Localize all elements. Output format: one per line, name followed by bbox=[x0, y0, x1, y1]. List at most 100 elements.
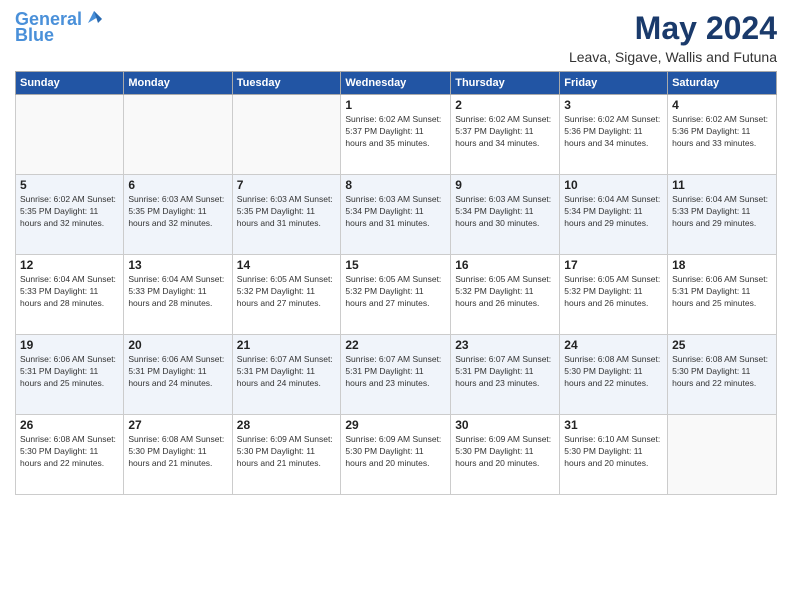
title-area: May 2024 Leava, Sigave, Wallis and Futun… bbox=[569, 10, 777, 65]
day-info: Sunrise: 6:04 AM Sunset: 5:33 PM Dayligh… bbox=[128, 274, 227, 310]
table-row bbox=[232, 95, 341, 175]
calendar: Sunday Monday Tuesday Wednesday Thursday… bbox=[15, 71, 777, 495]
table-row: 24 Sunrise: 6:08 AM Sunset: 5:30 PM Dayli… bbox=[560, 335, 668, 415]
day-info: Sunrise: 6:02 AM Sunset: 5:36 PM Dayligh… bbox=[672, 114, 772, 150]
day-info: Sunrise: 6:03 AM Sunset: 5:34 PM Dayligh… bbox=[345, 194, 446, 230]
day-number: 2 bbox=[455, 98, 555, 112]
day-number: 21 bbox=[237, 338, 337, 352]
table-row: 20 Sunrise: 6:06 AM Sunset: 5:31 PM Dayli… bbox=[124, 335, 232, 415]
table-row: 27 Sunrise: 6:08 AM Sunset: 5:30 PM Dayli… bbox=[124, 415, 232, 495]
table-row: 23 Sunrise: 6:07 AM Sunset: 5:31 PM Dayli… bbox=[451, 335, 560, 415]
table-row: 28Sunrise: 6:09 AM Sunset: 5:30 PM Dayli… bbox=[232, 415, 341, 495]
table-row bbox=[16, 95, 124, 175]
table-row: 5 Sunrise: 6:02 AM Sunset: 5:35 PM Daylig… bbox=[16, 175, 124, 255]
table-row: 21 Sunrise: 6:07 AM Sunset: 5:31 PM Dayli… bbox=[232, 335, 341, 415]
logo: General Blue bbox=[15, 10, 102, 46]
table-row: 13 Sunrise: 6:04 AM Sunset: 5:33 PM Dayli… bbox=[124, 255, 232, 335]
day-number: 28 bbox=[237, 418, 337, 432]
table-row bbox=[124, 95, 232, 175]
col-tuesday: Tuesday bbox=[232, 72, 341, 95]
table-row: 14 Sunrise: 6:05 AM Sunset: 5:32 PM Dayli… bbox=[232, 255, 341, 335]
day-number: 29 bbox=[345, 418, 446, 432]
day-info: Sunrise: 6:02 AM Sunset: 5:37 PM Dayligh… bbox=[345, 114, 446, 150]
table-row: 15 Sunrise: 6:05 AM Sunset: 5:32 PM Dayli… bbox=[341, 255, 451, 335]
table-row: 12 Sunrise: 6:04 AM Sunset: 5:33 PM Dayli… bbox=[16, 255, 124, 335]
day-number: 27 bbox=[128, 418, 227, 432]
day-number: 3 bbox=[564, 98, 663, 112]
day-number: 24 bbox=[564, 338, 663, 352]
col-sunday: Sunday bbox=[16, 72, 124, 95]
table-row: 6Sunrise: 6:03 AM Sunset: 5:35 PM Daylig… bbox=[124, 175, 232, 255]
day-number: 12 bbox=[20, 258, 119, 272]
day-number: 4 bbox=[672, 98, 772, 112]
day-number: 14 bbox=[237, 258, 337, 272]
day-number: 26 bbox=[20, 418, 119, 432]
table-row: 25 Sunrise: 6:08 AM Sunset: 5:30 PM Dayli… bbox=[668, 335, 777, 415]
day-number: 18 bbox=[672, 258, 772, 272]
table-row: 1 Sunrise: 6:02 AM Sunset: 5:37 PM Daylig… bbox=[341, 95, 451, 175]
day-number: 31 bbox=[564, 418, 663, 432]
day-info: Sunrise: 6:05 AM Sunset: 5:32 PM Dayligh… bbox=[455, 274, 555, 310]
day-info: Sunrise: 6:06 AM Sunset: 5:31 PM Dayligh… bbox=[128, 354, 227, 390]
day-info: Sunrise: 6:05 AM Sunset: 5:32 PM Dayligh… bbox=[237, 274, 337, 310]
day-info: Sunrise: 6:07 AM Sunset: 5:31 PM Dayligh… bbox=[237, 354, 337, 390]
table-row: 22Sunrise: 6:07 AM Sunset: 5:31 PM Dayli… bbox=[341, 335, 451, 415]
day-number: 17 bbox=[564, 258, 663, 272]
day-info: Sunrise: 6:09 AM Sunset: 5:30 PM Dayligh… bbox=[345, 434, 446, 470]
day-info: Sunrise: 6:03 AM Sunset: 5:35 PM Dayligh… bbox=[128, 194, 227, 230]
day-info: Sunrise: 6:02 AM Sunset: 5:37 PM Dayligh… bbox=[455, 114, 555, 150]
calendar-week-row: 1 Sunrise: 6:02 AM Sunset: 5:37 PM Daylig… bbox=[16, 95, 777, 175]
table-row: 31 Sunrise: 6:10 AM Sunset: 5:30 PM Dayli… bbox=[560, 415, 668, 495]
table-row: 10 Sunrise: 6:04 AM Sunset: 5:34 PM Dayli… bbox=[560, 175, 668, 255]
day-number: 1 bbox=[345, 98, 446, 112]
day-info: Sunrise: 6:09 AM Sunset: 5:30 PM Dayligh… bbox=[455, 434, 555, 470]
logo-icon bbox=[84, 9, 102, 27]
table-row: 2 Sunrise: 6:02 AM Sunset: 5:37 PM Daylig… bbox=[451, 95, 560, 175]
day-number: 13 bbox=[128, 258, 227, 272]
table-row: 19 Sunrise: 6:06 AM Sunset: 5:31 PM Dayli… bbox=[16, 335, 124, 415]
day-number: 19 bbox=[20, 338, 119, 352]
day-info: Sunrise: 6:07 AM Sunset: 5:31 PM Dayligh… bbox=[455, 354, 555, 390]
col-saturday: Saturday bbox=[668, 72, 777, 95]
table-row: 8 Sunrise: 6:03 AM Sunset: 5:34 PM Daylig… bbox=[341, 175, 451, 255]
day-info: Sunrise: 6:08 AM Sunset: 5:30 PM Dayligh… bbox=[20, 434, 119, 470]
table-row: 17Sunrise: 6:05 AM Sunset: 5:32 PM Dayli… bbox=[560, 255, 668, 335]
day-number: 9 bbox=[455, 178, 555, 192]
day-number: 11 bbox=[672, 178, 772, 192]
day-info: Sunrise: 6:06 AM Sunset: 5:31 PM Dayligh… bbox=[20, 354, 119, 390]
month-title: May 2024 bbox=[569, 10, 777, 47]
day-info: Sunrise: 6:04 AM Sunset: 5:34 PM Dayligh… bbox=[564, 194, 663, 230]
col-friday: Friday bbox=[560, 72, 668, 95]
table-row: 29 Sunrise: 6:09 AM Sunset: 5:30 PM Dayli… bbox=[341, 415, 451, 495]
day-number: 30 bbox=[455, 418, 555, 432]
day-info: Sunrise: 6:08 AM Sunset: 5:30 PM Dayligh… bbox=[672, 354, 772, 390]
day-info: Sunrise: 6:03 AM Sunset: 5:34 PM Dayligh… bbox=[455, 194, 555, 230]
table-row: 7Sunrise: 6:03 AM Sunset: 5:35 PM Daylig… bbox=[232, 175, 341, 255]
day-number: 5 bbox=[20, 178, 119, 192]
table-row bbox=[668, 415, 777, 495]
day-info: Sunrise: 6:10 AM Sunset: 5:30 PM Dayligh… bbox=[564, 434, 663, 470]
day-number: 15 bbox=[345, 258, 446, 272]
day-info: Sunrise: 6:02 AM Sunset: 5:36 PM Dayligh… bbox=[564, 114, 663, 150]
calendar-week-row: 26 Sunrise: 6:08 AM Sunset: 5:30 PM Dayli… bbox=[16, 415, 777, 495]
table-row: 3 Sunrise: 6:02 AM Sunset: 5:36 PM Daylig… bbox=[560, 95, 668, 175]
day-info: Sunrise: 6:05 AM Sunset: 5:32 PM Dayligh… bbox=[345, 274, 446, 310]
calendar-week-row: 19 Sunrise: 6:06 AM Sunset: 5:31 PM Dayli… bbox=[16, 335, 777, 415]
day-info: Sunrise: 6:08 AM Sunset: 5:30 PM Dayligh… bbox=[564, 354, 663, 390]
day-number: 25 bbox=[672, 338, 772, 352]
day-info: Sunrise: 6:04 AM Sunset: 5:33 PM Dayligh… bbox=[20, 274, 119, 310]
day-number: 10 bbox=[564, 178, 663, 192]
day-info: Sunrise: 6:02 AM Sunset: 5:35 PM Dayligh… bbox=[20, 194, 119, 230]
location: Leava, Sigave, Wallis and Futuna bbox=[569, 49, 777, 65]
calendar-week-row: 5 Sunrise: 6:02 AM Sunset: 5:35 PM Daylig… bbox=[16, 175, 777, 255]
day-number: 8 bbox=[345, 178, 446, 192]
day-number: 7 bbox=[237, 178, 337, 192]
day-number: 23 bbox=[455, 338, 555, 352]
table-row: 30 Sunrise: 6:09 AM Sunset: 5:30 PM Dayli… bbox=[451, 415, 560, 495]
table-row: 26 Sunrise: 6:08 AM Sunset: 5:30 PM Dayli… bbox=[16, 415, 124, 495]
header: General Blue May 2024 Leava, Sigave, Wal… bbox=[15, 10, 777, 65]
page-container: General Blue May 2024 Leava, Sigave, Wal… bbox=[0, 0, 792, 505]
day-number: 20 bbox=[128, 338, 227, 352]
day-info: Sunrise: 6:08 AM Sunset: 5:30 PM Dayligh… bbox=[128, 434, 227, 470]
day-info: Sunrise: 6:07 AM Sunset: 5:31 PM Dayligh… bbox=[345, 354, 446, 390]
